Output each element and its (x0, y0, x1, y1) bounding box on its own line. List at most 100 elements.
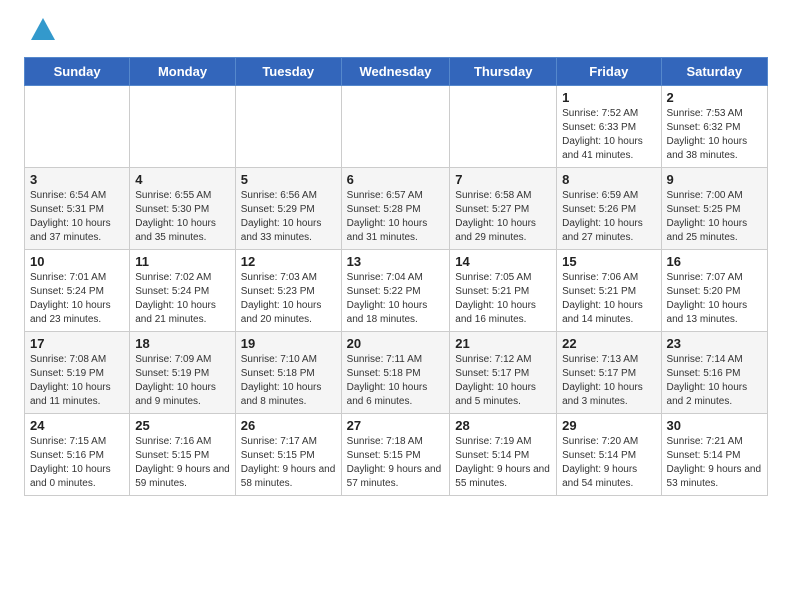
day-number: 25 (135, 418, 230, 433)
day-info: Sunrise: 7:10 AMSunset: 5:18 PMDaylight:… (241, 353, 336, 409)
calendar-cell: 1 Sunrise: 7:52 AMSunset: 6:33 PMDaylight… (557, 86, 661, 168)
weekday-header-monday: Monday (130, 58, 236, 86)
logo-icon (29, 16, 57, 49)
day-number: 24 (30, 418, 124, 433)
calendar-cell: 24 Sunrise: 7:15 AMSunset: 5:16 PMDayligh… (25, 414, 130, 496)
day-number: 17 (30, 336, 124, 351)
day-info: Sunrise: 7:03 AMSunset: 5:23 PMDaylight:… (241, 271, 336, 327)
calendar-cell: 29Sunrise: 7:20 AMSunset: 5:14 PMDayligh… (557, 414, 661, 496)
day-info: Sunrise: 6:59 AMSunset: 5:26 PMDaylight:… (562, 189, 655, 245)
day-info: Sunrise: 6:56 AMSunset: 5:29 PMDaylight:… (241, 189, 336, 245)
calendar-cell: 19 Sunrise: 7:10 AMSunset: 5:18 PMDayligh… (235, 332, 341, 414)
day-number: 1 (562, 90, 655, 105)
calendar-cell (235, 86, 341, 168)
day-info: Sunrise: 7:53 AMSunset: 6:32 PMDaylight:… (667, 107, 762, 163)
day-info: Sunrise: 7:19 AMSunset: 5:14 PMDaylight:… (455, 435, 551, 491)
calendar-cell: 25 Sunrise: 7:16 AMSunset: 5:15 PMDayligh… (130, 414, 236, 496)
day-info: Sunrise: 7:15 AMSunset: 5:16 PMDaylight:… (30, 435, 124, 491)
day-number: 26 (241, 418, 336, 433)
calendar-cell: 23 Sunrise: 7:14 AMSunset: 5:16 PMDayligh… (661, 332, 767, 414)
day-info: Sunrise: 7:09 AMSunset: 5:19 PMDaylight:… (135, 353, 230, 409)
calendar-cell (450, 86, 557, 168)
day-info: Sunrise: 7:05 AMSunset: 5:21 PMDaylight:… (455, 271, 551, 327)
weekday-header-saturday: Saturday (661, 58, 767, 86)
calendar-cell: 10 Sunrise: 7:01 AMSunset: 5:24 PMDayligh… (25, 250, 130, 332)
day-number: 9 (667, 172, 762, 187)
day-number: 4 (135, 172, 230, 187)
day-number: 21 (455, 336, 551, 351)
day-info: Sunrise: 7:04 AMSunset: 5:22 PMDaylight:… (347, 271, 445, 327)
day-info: Sunrise: 6:55 AMSunset: 5:30 PMDaylight:… (135, 189, 230, 245)
day-info: Sunrise: 6:54 AMSunset: 5:31 PMDaylight:… (30, 189, 124, 245)
calendar-cell: 3 Sunrise: 6:54 AMSunset: 5:31 PMDaylight… (25, 168, 130, 250)
day-info: Sunrise: 7:17 AMSunset: 5:15 PMDaylight:… (241, 435, 336, 491)
calendar-cell (341, 86, 450, 168)
calendar-cell: 22 Sunrise: 7:13 AMSunset: 5:17 PMDayligh… (557, 332, 661, 414)
day-number: 11 (135, 254, 230, 269)
day-number: 23 (667, 336, 762, 351)
calendar-cell: 20 Sunrise: 7:11 AMSunset: 5:18 PMDayligh… (341, 332, 450, 414)
day-info: Sunrise: 7:13 AMSunset: 5:17 PMDaylight:… (562, 353, 655, 409)
calendar-cell: 21 Sunrise: 7:12 AMSunset: 5:17 PMDayligh… (450, 332, 557, 414)
calendar-table: SundayMondayTuesdayWednesdayThursdayFrid… (24, 57, 768, 496)
calendar-cell: 26 Sunrise: 7:17 AMSunset: 5:15 PMDayligh… (235, 414, 341, 496)
calendar-cell: 30Sunrise: 7:21 AMSunset: 5:14 PMDayligh… (661, 414, 767, 496)
day-number: 5 (241, 172, 336, 187)
day-number: 13 (347, 254, 445, 269)
calendar-cell: 8 Sunrise: 6:59 AMSunset: 5:26 PMDaylight… (557, 168, 661, 250)
day-number: 10 (30, 254, 124, 269)
day-info: Sunrise: 6:57 AMSunset: 5:28 PMDaylight:… (347, 189, 445, 245)
day-info: Sunrise: 7:21 AMSunset: 5:14 PMDaylight:… (667, 435, 762, 491)
day-number: 20 (347, 336, 445, 351)
calendar-cell: 27Sunrise: 7:18 AMSunset: 5:15 PMDayligh… (341, 414, 450, 496)
calendar-cell (25, 86, 130, 168)
day-number: 3 (30, 172, 124, 187)
day-number: 6 (347, 172, 445, 187)
day-info: Sunrise: 7:16 AMSunset: 5:15 PMDaylight:… (135, 435, 230, 491)
day-number: 8 (562, 172, 655, 187)
day-number: 12 (241, 254, 336, 269)
calendar-cell: 15 Sunrise: 7:06 AMSunset: 5:21 PMDayligh… (557, 250, 661, 332)
calendar-cell: 17 Sunrise: 7:08 AMSunset: 5:19 PMDayligh… (25, 332, 130, 414)
day-info: Sunrise: 7:12 AMSunset: 5:17 PMDaylight:… (455, 353, 551, 409)
day-info: Sunrise: 6:58 AMSunset: 5:27 PMDaylight:… (455, 189, 551, 245)
calendar-cell: 14 Sunrise: 7:05 AMSunset: 5:21 PMDayligh… (450, 250, 557, 332)
calendar-cell: 6 Sunrise: 6:57 AMSunset: 5:28 PMDaylight… (341, 168, 450, 250)
day-number: 22 (562, 336, 655, 351)
calendar-cell: 18 Sunrise: 7:09 AMSunset: 5:19 PMDayligh… (130, 332, 236, 414)
calendar-cell: 12 Sunrise: 7:03 AMSunset: 5:23 PMDayligh… (235, 250, 341, 332)
day-info: Sunrise: 7:01 AMSunset: 5:24 PMDaylight:… (30, 271, 124, 327)
calendar-cell: 9 Sunrise: 7:00 AMSunset: 5:25 PMDaylight… (661, 168, 767, 250)
calendar-cell: 2 Sunrise: 7:53 AMSunset: 6:32 PMDaylight… (661, 86, 767, 168)
weekday-header-friday: Friday (557, 58, 661, 86)
day-number: 15 (562, 254, 655, 269)
day-info: Sunrise: 7:02 AMSunset: 5:24 PMDaylight:… (135, 271, 230, 327)
weekday-header-wednesday: Wednesday (341, 58, 450, 86)
calendar-cell: 13 Sunrise: 7:04 AMSunset: 5:22 PMDayligh… (341, 250, 450, 332)
day-number: 2 (667, 90, 762, 105)
calendar-cell: 5 Sunrise: 6:56 AMSunset: 5:29 PMDaylight… (235, 168, 341, 250)
page-header (24, 20, 768, 49)
day-info: Sunrise: 7:52 AMSunset: 6:33 PMDaylight:… (562, 107, 655, 163)
calendar-cell: 11 Sunrise: 7:02 AMSunset: 5:24 PMDayligh… (130, 250, 236, 332)
calendar-cell: 16 Sunrise: 7:07 AMSunset: 5:20 PMDayligh… (661, 250, 767, 332)
weekday-header-sunday: Sunday (25, 58, 130, 86)
day-number: 18 (135, 336, 230, 351)
day-info: Sunrise: 7:08 AMSunset: 5:19 PMDaylight:… (30, 353, 124, 409)
day-info: Sunrise: 7:11 AMSunset: 5:18 PMDaylight:… (347, 353, 445, 409)
day-number: 28 (455, 418, 551, 433)
logo (24, 24, 57, 49)
day-info: Sunrise: 7:14 AMSunset: 5:16 PMDaylight:… (667, 353, 762, 409)
day-number: 19 (241, 336, 336, 351)
day-info: Sunrise: 7:07 AMSunset: 5:20 PMDaylight:… (667, 271, 762, 327)
day-number: 7 (455, 172, 551, 187)
day-number: 14 (455, 254, 551, 269)
calendar-cell (130, 86, 236, 168)
weekday-header-tuesday: Tuesday (235, 58, 341, 86)
calendar-cell: 7 Sunrise: 6:58 AMSunset: 5:27 PMDaylight… (450, 168, 557, 250)
day-info: Sunrise: 7:06 AMSunset: 5:21 PMDaylight:… (562, 271, 655, 327)
day-info: Sunrise: 7:20 AMSunset: 5:14 PMDaylight:… (562, 435, 655, 491)
day-info: Sunrise: 7:00 AMSunset: 5:25 PMDaylight:… (667, 189, 762, 245)
day-number: 16 (667, 254, 762, 269)
day-number: 27 (347, 418, 445, 433)
